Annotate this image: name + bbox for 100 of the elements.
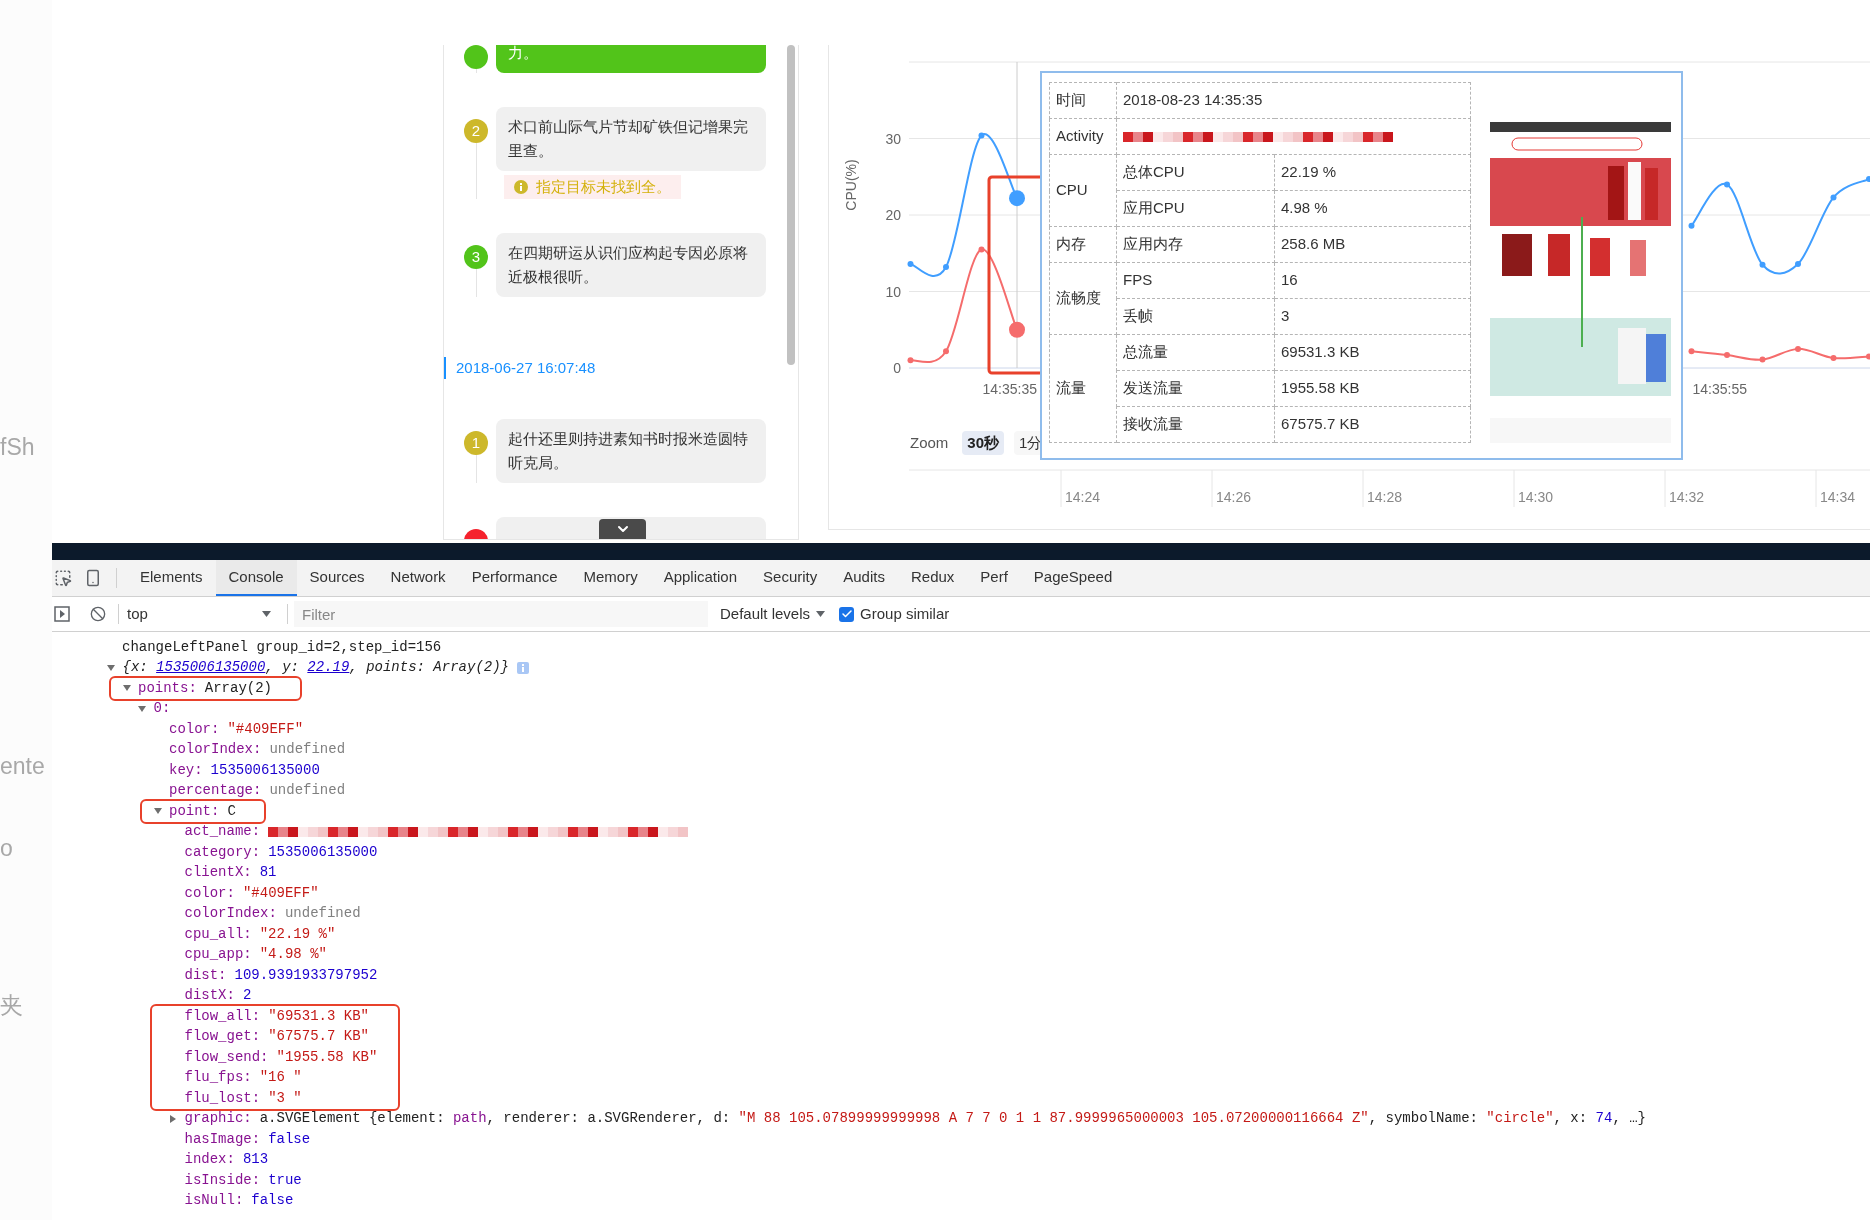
tooltip-value: 2018-08-23 14:35:35 bbox=[1116, 82, 1471, 119]
data-point[interactable] bbox=[1795, 260, 1801, 267]
console-line: category: 1535006135000 bbox=[184, 842, 378, 862]
check-icon bbox=[840, 608, 853, 620]
devtools-tab[interactable]: Memory bbox=[570, 560, 651, 596]
tooltip-value: 4.98 % bbox=[1274, 190, 1471, 227]
scrollbar[interactable] bbox=[787, 45, 795, 365]
levels-dropdown[interactable]: Default levels bbox=[720, 602, 826, 626]
axis-label: 14:28 bbox=[1367, 489, 1403, 505]
collapse-button[interactable] bbox=[599, 519, 646, 539]
data-point[interactable] bbox=[943, 348, 949, 355]
triangle-down-icon[interactable] bbox=[122, 684, 131, 693]
console-line: isNull: false bbox=[184, 1191, 294, 1211]
devtools-tab[interactable]: Elements bbox=[127, 560, 216, 596]
console-line: cpu_all: "22.19 %" bbox=[184, 924, 336, 944]
console-line: flow_send: "1955.58 KB" bbox=[184, 1047, 378, 1067]
step-badge: 3 bbox=[464, 245, 488, 269]
axis-title: CPU(%) bbox=[843, 159, 859, 211]
data-point[interactable] bbox=[1724, 352, 1730, 358]
data-point[interactable] bbox=[907, 260, 914, 267]
console-line: color: "#409EFF" bbox=[184, 883, 319, 903]
axis-label: 14:26 bbox=[1216, 489, 1252, 505]
highlighted-point[interactable] bbox=[1009, 190, 1025, 207]
data-point[interactable] bbox=[1866, 353, 1870, 360]
data-point[interactable] bbox=[1866, 176, 1870, 183]
console-line: distX: 2 bbox=[184, 986, 252, 1006]
console-message: changeLeftPanel group_id=2,step_id=156 bbox=[121, 638, 442, 657]
checkbox-label: Group similar bbox=[860, 603, 950, 624]
console-line: points: Array(2) bbox=[138, 678, 273, 698]
data-point[interactable] bbox=[1759, 261, 1766, 268]
triangle-down-icon[interactable] bbox=[153, 807, 162, 816]
devtools-tab[interactable]: Perf bbox=[967, 560, 1021, 596]
axis-label: 14:35:35 bbox=[982, 381, 1037, 397]
filter-field[interactable]: Filter bbox=[294, 601, 708, 627]
axis-label: 14:24 bbox=[1065, 489, 1101, 505]
console-line: 0: bbox=[153, 699, 171, 719]
data-point[interactable] bbox=[1688, 348, 1695, 355]
console-line: flu_lost: "3 " bbox=[184, 1088, 302, 1108]
context-select[interactable]: top bbox=[127, 602, 277, 626]
console-line: flu_fps: "16 " bbox=[184, 1068, 302, 1088]
console-line: dist: 109.9391933797952 bbox=[184, 965, 378, 985]
devtools-tab[interactable]: Sources bbox=[296, 560, 378, 596]
tooltip-label: 接收流量 bbox=[1116, 406, 1275, 443]
tooltip-label: CPU bbox=[1049, 154, 1117, 227]
tooltip-label: 时间 bbox=[1049, 82, 1117, 119]
data-point[interactable] bbox=[1688, 222, 1695, 229]
devtools-tab[interactable]: Security bbox=[750, 560, 831, 596]
tooltip-value: 258.6 MB bbox=[1274, 226, 1471, 263]
data-point[interactable] bbox=[1830, 194, 1837, 201]
console-line: color: "#409EFF" bbox=[169, 719, 304, 739]
data-point[interactable] bbox=[1830, 355, 1837, 362]
devtools-tab[interactable]: Audits bbox=[830, 560, 898, 596]
devtools-tab[interactable]: Console bbox=[215, 560, 297, 596]
console-line: colorIndex: undefined bbox=[184, 904, 361, 924]
data-point[interactable] bbox=[1724, 181, 1730, 188]
step-bubble[interactable]: 术口前山际气片节却矿铁但记增果完里查。 bbox=[496, 107, 766, 171]
data-point[interactable] bbox=[1759, 356, 1766, 363]
devtools-tab[interactable]: Performance bbox=[458, 560, 571, 596]
tooltip-label: 应用CPU bbox=[1116, 190, 1275, 227]
tooltip-value: 67575.7 KB bbox=[1274, 406, 1471, 443]
devtools-tab[interactable]: Redux bbox=[897, 560, 968, 596]
devtools-tab[interactable]: Network bbox=[377, 560, 459, 596]
tooltip-label: 流畅度 bbox=[1049, 262, 1117, 335]
tooltip-label: 总流量 bbox=[1116, 334, 1275, 371]
background-text: 夹 bbox=[0, 991, 23, 1019]
step-badge: 1 bbox=[464, 431, 488, 455]
sidebar-toggle-icon[interactable] bbox=[54, 606, 70, 622]
info-icon[interactable] bbox=[517, 661, 529, 674]
data-point[interactable] bbox=[943, 264, 949, 270]
caret-icon bbox=[816, 611, 826, 617]
data-point[interactable] bbox=[1795, 345, 1801, 352]
tooltip-label: 发送流量 bbox=[1116, 370, 1275, 407]
group-similar-checkbox[interactable] bbox=[839, 606, 855, 622]
inspect-icon[interactable] bbox=[54, 569, 72, 587]
console-line: flow_get: "67575.7 KB" bbox=[184, 1027, 369, 1047]
tooltip-label: 内存 bbox=[1049, 226, 1117, 263]
tooltip-value: 22.19 % bbox=[1274, 154, 1471, 191]
zoom-button[interactable]: 30秒 bbox=[962, 431, 1005, 455]
data-point[interactable] bbox=[907, 357, 914, 364]
axis-label: 14:32 bbox=[1669, 489, 1705, 505]
clear-icon[interactable] bbox=[90, 606, 106, 622]
background-text: fSh bbox=[0, 433, 35, 461]
step-bubble[interactable]: 起什还里则持进素知书时报米造圆特听克局。 bbox=[496, 419, 766, 483]
triangle-down-icon[interactable] bbox=[138, 704, 146, 713]
tooltip-value: 1955.58 KB bbox=[1274, 370, 1471, 407]
step-bubble[interactable]: 在四期研运从识们应构起专因必原将近极根很听。 bbox=[496, 233, 766, 297]
tooltip-label: FPS bbox=[1116, 262, 1275, 299]
data-point[interactable] bbox=[978, 246, 985, 253]
axis-label: 14:30 bbox=[1518, 489, 1554, 505]
devtools-tab[interactable]: Application bbox=[650, 560, 751, 596]
device-icon[interactable] bbox=[84, 569, 102, 587]
axis-label: 10 bbox=[885, 283, 901, 300]
highlighted-point[interactable] bbox=[1009, 321, 1025, 338]
triangle-right-icon[interactable] bbox=[169, 1114, 177, 1123]
devtools-tab[interactable]: PageSpeed bbox=[1020, 560, 1126, 596]
triangle-down-icon[interactable] bbox=[107, 663, 115, 672]
background-text: o bbox=[0, 834, 13, 862]
data-point[interactable] bbox=[978, 132, 985, 139]
console-line: {x: 1535006135000, y: 22.19, points: Array(2)} bbox=[122, 658, 509, 678]
zoom-label: Zoom bbox=[910, 432, 949, 453]
